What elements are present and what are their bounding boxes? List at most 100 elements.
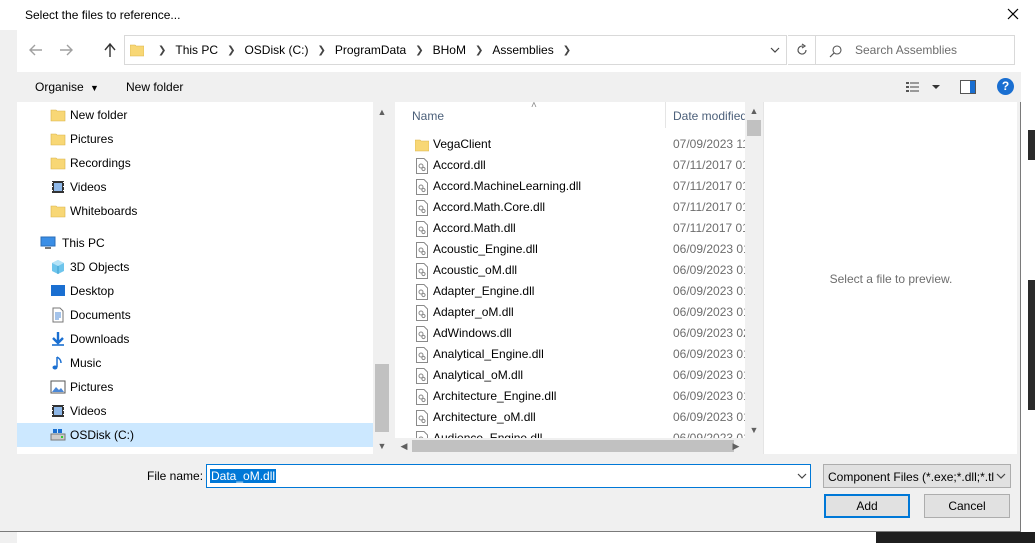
chevron-down-icon[interactable] [769, 44, 781, 56]
dll-icon [416, 368, 428, 384]
file-open-dialog: Select the files to reference... ❯ This … [0, 0, 1021, 532]
file-row[interactable]: Acoustic_oM.dll 06/09/2023 01 [395, 260, 745, 281]
nav-item-videos[interactable]: Videos [17, 175, 373, 199]
breadcrumb-programdata[interactable]: ProgramData [335, 43, 406, 57]
chevron-right-icon: ❯ [158, 44, 167, 56]
scroll-up-icon[interactable]: ▲ [373, 104, 391, 120]
nav-item-documents[interactable]: Documents [17, 303, 373, 327]
scroll-left-icon[interactable]: ◀ [395, 438, 413, 454]
organise-button[interactable]: Organise ▼ [35, 80, 99, 94]
file-date: 06/09/2023 01 [673, 305, 745, 319]
file-name: Accord.dll [433, 158, 486, 172]
scroll-right-icon[interactable]: ▶ [727, 438, 745, 454]
nav-item-pictures-library[interactable]: Pictures [17, 375, 373, 399]
file-row[interactable]: Accord.dll 07/11/2017 01 [395, 155, 745, 176]
breadcrumb-bhom[interactable]: BHoM [433, 43, 466, 57]
chevron-right-icon[interactable]: ❯ [317, 45, 325, 56]
file-row[interactable]: Audience_Engine.dll 06/09/2023 01 [395, 428, 745, 438]
chevron-right-icon[interactable]: ❯ [563, 45, 571, 56]
scroll-down-icon[interactable]: ▼ [373, 438, 391, 454]
view-options-icon[interactable] [906, 81, 942, 93]
scroll-up-icon[interactable]: ▲ [745, 103, 763, 119]
file-date: 06/09/2023 01 [673, 368, 745, 382]
nav-item-osdisk[interactable]: OSDisk (C:) [17, 423, 373, 447]
dll-icon [416, 389, 428, 405]
file-date: 06/09/2023 01 [673, 389, 745, 403]
file-row[interactable]: VegaClient 07/09/2023 11 [395, 134, 745, 155]
file-row[interactable]: Adapter_oM.dll 06/09/2023 01 [395, 302, 745, 323]
scrollbar-thumb[interactable] [747, 120, 761, 136]
file-date: 06/09/2023 01 [673, 347, 745, 361]
file-row[interactable]: Acoustic_Engine.dll 06/09/2023 01 [395, 239, 745, 260]
address-bar[interactable]: ❯ This PC ❯ OSDisk (C:) ❯ ProgramData ❯ … [124, 35, 787, 65]
file-date: 07/09/2023 11 [673, 137, 745, 151]
column-divider[interactable] [665, 102, 666, 128]
download-icon [52, 332, 64, 346]
file-row[interactable]: Accord.Math.dll 07/11/2017 01 [395, 218, 745, 239]
file-name: VegaClient [433, 137, 492, 151]
file-row[interactable]: Adapter_Engine.dll 06/09/2023 01 [395, 281, 745, 302]
file-name: Analytical_Engine.dll [433, 347, 544, 361]
column-header-date[interactable]: Date modified [673, 109, 747, 123]
chevron-right-icon[interactable]: ❯ [475, 45, 483, 56]
file-row[interactable]: Analytical_Engine.dll 06/09/2023 01 [395, 344, 745, 365]
chevron-down-icon [996, 473, 1006, 479]
file-list-horizontal-scrollbar[interactable]: ◀ ▶ [395, 438, 745, 454]
preview-pane-icon[interactable] [960, 80, 976, 94]
nav-item-desktop[interactable]: Desktop [17, 279, 373, 303]
help-icon[interactable]: ? [997, 78, 1014, 95]
nav-item-whiteboards[interactable]: Whiteboards [17, 199, 373, 223]
scrollbar-thumb[interactable] [412, 440, 734, 452]
file-date: 06/09/2023 01 [673, 242, 745, 256]
nav-item-recordings[interactable]: Recordings [17, 151, 373, 175]
add-button[interactable]: Add [824, 494, 910, 518]
close-icon[interactable] [1004, 5, 1022, 23]
cancel-button[interactable]: Cancel [924, 494, 1010, 518]
nav-item-label: Whiteboards [70, 204, 138, 218]
up-arrow-icon[interactable] [101, 41, 119, 59]
dll-icon [416, 431, 428, 438]
search-box[interactable]: Search Assemblies [815, 35, 1015, 65]
refresh-button[interactable] [788, 35, 816, 65]
column-header-name[interactable]: Name [412, 109, 444, 123]
forward-arrow-icon[interactable] [57, 41, 75, 59]
file-row[interactable]: Analytical_oM.dll 06/09/2023 01 [395, 365, 745, 386]
dll-icon [416, 263, 428, 279]
chevron-right-icon[interactable]: ❯ [415, 45, 423, 56]
scrollbar-thumb[interactable] [375, 364, 389, 432]
scroll-down-icon[interactable]: ▼ [745, 422, 763, 438]
file-type-select[interactable]: Component Files (*.exe;*.dll;*.tl [823, 464, 1011, 488]
file-row[interactable]: Architecture_Engine.dll 06/09/2023 01 [395, 386, 745, 407]
breadcrumb-this-pc[interactable]: This PC [175, 43, 218, 57]
nav-scrollbar[interactable]: ▲ ▼ [373, 102, 391, 454]
nav-item-pictures[interactable]: Pictures [17, 127, 373, 151]
nav-item-videos-library[interactable]: Videos [17, 399, 373, 423]
nav-item-downloads[interactable]: Downloads [17, 327, 373, 351]
file-row[interactable]: Architecture_oM.dll 06/09/2023 01 [395, 407, 745, 428]
dll-icon [416, 284, 428, 300]
back-arrow-icon[interactable] [27, 41, 45, 59]
nav-item-label: Desktop [70, 284, 115, 298]
file-row[interactable]: Accord.MachineLearning.dll 07/11/2017 01 [395, 176, 745, 197]
nav-item-label: Pictures [70, 132, 114, 146]
nav-item-this-pc[interactable]: This PC [17, 231, 373, 255]
folder-icon [415, 139, 429, 152]
file-name-label: File name: [147, 469, 204, 483]
chevron-right-icon[interactable]: ❯ [227, 45, 235, 56]
file-row[interactable]: Accord.Math.Core.dll 07/11/2017 01 [395, 197, 745, 218]
breadcrumb-osdisk[interactable]: OSDisk (C:) [244, 43, 308, 57]
file-row[interactable]: AdWindows.dll 06/09/2023 02 [395, 323, 745, 344]
new-folder-button[interactable]: New folder [126, 80, 183, 94]
chevron-down-icon[interactable] [797, 472, 807, 480]
search-input[interactable]: Search Assemblies [855, 43, 957, 57]
preview-pane: Select a file to preview. [763, 102, 1017, 454]
nav-item-new-folder[interactable]: New folder [17, 103, 373, 127]
file-name-input[interactable]: Data_oM.dll [206, 464, 811, 488]
file-name: Adapter_oM.dll [433, 305, 514, 319]
nav-item-music[interactable]: Music [17, 351, 373, 375]
organise-label: Organise [35, 80, 84, 94]
computer-icon [40, 236, 56, 249]
nav-item-3d-objects[interactable]: 3D Objects [17, 255, 373, 279]
file-list-vertical-scrollbar[interactable]: ▲ ▼ [745, 102, 763, 438]
breadcrumb-assemblies[interactable]: Assemblies [492, 43, 553, 57]
